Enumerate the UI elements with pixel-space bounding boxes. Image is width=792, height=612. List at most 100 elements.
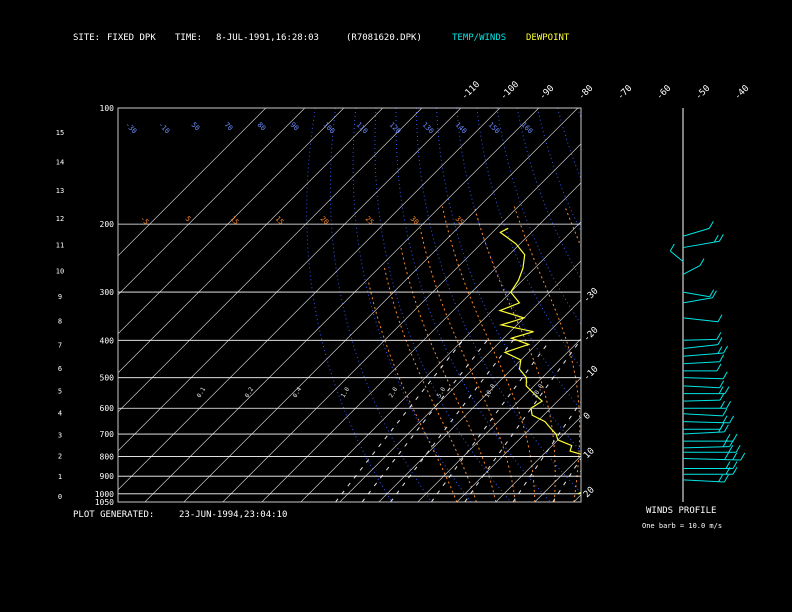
wind-barb-shaft: [682, 297, 713, 304]
isotherm: [118, 108, 462, 452]
mixing-ratio-label: 0.4: [292, 386, 304, 399]
dry-adiabat: [699, 108, 792, 502]
wind-barb-flag: [669, 243, 675, 252]
wind-barb-shaft: [682, 317, 719, 323]
dry-adiabat-label: 50: [190, 121, 202, 133]
mixing-ratio-line: [552, 457, 581, 502]
top-temperature-label: -80: [577, 84, 596, 103]
mixing-ratio-line: [595, 340, 697, 502]
right-temperature-label: 20: [582, 485, 597, 500]
wind-barb-flag: [716, 363, 722, 372]
barb-scale-note: One barb = 10.0 m/s: [642, 522, 723, 530]
pressure-label: 400: [100, 336, 115, 345]
wind-barb-flag: [722, 415, 728, 423]
height-label: 2: [58, 452, 62, 460]
dry-adiabat: [352, 108, 472, 502]
isotherm: [652, 108, 792, 502]
generated-label: PLOT GENERATED:: [73, 510, 155, 520]
wind-barb-flag: [735, 444, 741, 453]
dry-adiabat-label: 140: [454, 121, 469, 136]
moist-adiabat: [613, 206, 648, 502]
top-temperature-label: -90: [538, 84, 557, 103]
dry-adiabat-label: 100: [322, 121, 337, 136]
height-label: 3: [58, 431, 62, 439]
dry-adiabat: [456, 108, 581, 411]
mixing-ratio-line: [464, 339, 581, 502]
right-temperature-label: -20: [582, 325, 601, 344]
height-label: 7: [58, 342, 62, 350]
wind-barb-flag: [725, 433, 731, 442]
pressure-label: 300: [100, 288, 115, 297]
wind-barb-flag: [717, 314, 723, 322]
mixing-ratio-line: [512, 400, 581, 502]
dry-adiabat: [719, 108, 792, 502]
mixing-ratio-label: 0.2: [244, 386, 256, 399]
wind-barb-flag: [709, 289, 715, 297]
diagram-background-lines: [118, 108, 792, 502]
theta-e-label: 20: [319, 215, 331, 227]
mixing-ratio-label: 5.0: [436, 386, 448, 399]
wind-barb-flag: [723, 424, 729, 433]
isotherm: [300, 221, 581, 502]
isotherm: [613, 108, 792, 502]
wind-barb-shaft: [682, 413, 723, 417]
wind-barb-flag: [724, 386, 730, 394]
wind-barb-shaft: [682, 361, 720, 365]
wind-barb-flag: [699, 258, 705, 266]
top-temperature-label: -50: [694, 84, 713, 103]
height-label: 8: [58, 318, 62, 326]
wind-barb-flag: [716, 332, 722, 340]
dry-adiabat: [759, 108, 792, 502]
height-label: 12: [56, 215, 64, 223]
pressure-label: 800: [100, 452, 115, 461]
dry-adiabat-label: -30: [124, 121, 139, 136]
wind-barb-flag: [718, 474, 724, 482]
height-label: 0: [58, 493, 62, 501]
height-label: 4: [58, 410, 62, 418]
height-label: 11: [56, 242, 64, 250]
top-temperature-label: -110: [460, 80, 482, 102]
wind-barb-shaft: [682, 291, 710, 298]
pressure-label: 500: [100, 374, 115, 383]
moist-adiabat: [383, 264, 477, 502]
moist-adiabat: [400, 247, 497, 502]
wind-barb-shaft: [682, 399, 721, 402]
moist-adiabat: [632, 206, 696, 502]
wind-barb-shaft: [682, 479, 725, 483]
isotherm: [261, 182, 581, 502]
wind-barb-flag: [723, 345, 729, 354]
dry-adiabat: [598, 108, 792, 502]
isotherm: [118, 108, 501, 491]
mixing-ratio-label: 10.0: [484, 383, 497, 399]
dry-adiabat: [577, 108, 581, 121]
wind-barb-flag: [729, 415, 735, 424]
wind-barb-flag: [722, 408, 728, 417]
right-temperature-label: -30: [582, 286, 601, 305]
wind-barb-flag: [719, 354, 725, 363]
pressure-label: 100: [100, 104, 115, 113]
dry-adiabat: [476, 108, 581, 369]
wind-barb-flag: [724, 452, 730, 460]
theta-e-label: 15: [229, 215, 241, 227]
plot-frame: [117, 107, 582, 503]
top-temperature-label: -70: [616, 84, 635, 103]
top-temperature-label: -60: [655, 84, 674, 103]
height-label: 10: [56, 268, 64, 276]
dry-adiabat-label: -10: [157, 121, 172, 136]
axis-labels: 1002003004005006007008009001000105001234…: [56, 80, 752, 507]
right-temperature-label: 0: [582, 411, 593, 422]
wind-barb-shaft: [682, 265, 701, 275]
wind-barb-shaft: [682, 352, 724, 357]
wind-barb-shaft: [682, 338, 717, 341]
wind-barb-flag: [732, 433, 738, 442]
isotherm: [118, 108, 345, 335]
isotherm: [339, 260, 581, 502]
isotherm: [118, 108, 267, 257]
pressure-label: 600: [100, 404, 115, 413]
dry-adiabat: [496, 108, 581, 326]
height-label: 15: [56, 129, 64, 137]
wind-barb-shaft: [682, 458, 741, 461]
height-label: 9: [58, 293, 62, 301]
wind-barb-flag: [740, 452, 746, 461]
wind-barb-shaft: [682, 431, 725, 435]
